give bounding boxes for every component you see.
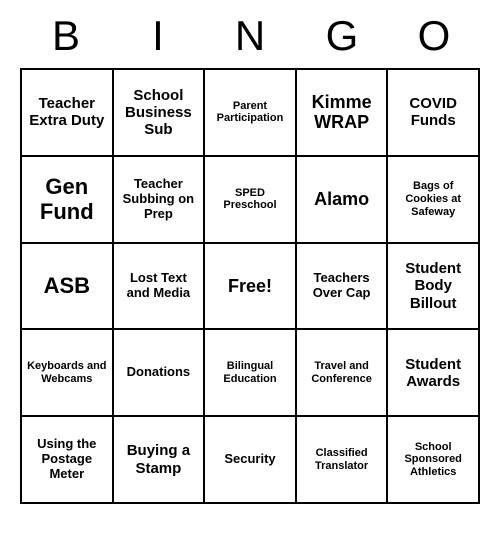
bingo-cell[interactable]: Kimme WRAP <box>296 69 388 156</box>
header-b: B <box>20 12 112 60</box>
bingo-cell[interactable]: Alamo <box>296 156 388 243</box>
bingo-header-row: B I N G O <box>20 4 480 68</box>
bingo-cell[interactable]: SPED Preschool <box>204 156 296 243</box>
bingo-cell-free[interactable]: Free! <box>204 243 296 330</box>
bingo-cell[interactable]: Donations <box>113 329 205 416</box>
bingo-cell[interactable]: School Sponsored Athletics <box>387 416 479 503</box>
bingo-cell[interactable]: Travel and Conference <box>296 329 388 416</box>
header-g: G <box>296 12 388 60</box>
bingo-cell[interactable]: School Business Sub <box>113 69 205 156</box>
header-i: I <box>112 12 204 60</box>
bingo-cell[interactable]: ASB <box>21 243 113 330</box>
bingo-cell[interactable]: Student Awards <box>387 329 479 416</box>
bingo-cell[interactable]: Bags of Cookies at Safeway <box>387 156 479 243</box>
bingo-cell[interactable]: Teacher Extra Duty <box>21 69 113 156</box>
bingo-cell[interactable]: Keyboards and Webcams <box>21 329 113 416</box>
bingo-cell[interactable]: Buying a Stamp <box>113 416 205 503</box>
header-n: N <box>204 12 296 60</box>
bingo-cell[interactable]: Classified Translator <box>296 416 388 503</box>
bingo-cell[interactable]: Teacher Subbing on Prep <box>113 156 205 243</box>
bingo-cell[interactable]: Bilingual Education <box>204 329 296 416</box>
bingo-cell[interactable]: Lost Text and Media <box>113 243 205 330</box>
bingo-cell[interactable]: Security <box>204 416 296 503</box>
bingo-card: B I N G O Teacher Extra Duty School Busi… <box>0 0 500 544</box>
bingo-cell[interactable]: COVID Funds <box>387 69 479 156</box>
header-o: O <box>388 12 480 60</box>
bingo-cell[interactable]: Gen Fund <box>21 156 113 243</box>
bingo-grid: Teacher Extra Duty School Business Sub P… <box>20 68 480 504</box>
bingo-cell[interactable]: Student Body Billout <box>387 243 479 330</box>
bingo-cell[interactable]: Parent Participation <box>204 69 296 156</box>
bingo-cell[interactable]: Teachers Over Cap <box>296 243 388 330</box>
bingo-cell[interactable]: Using the Postage Meter <box>21 416 113 503</box>
